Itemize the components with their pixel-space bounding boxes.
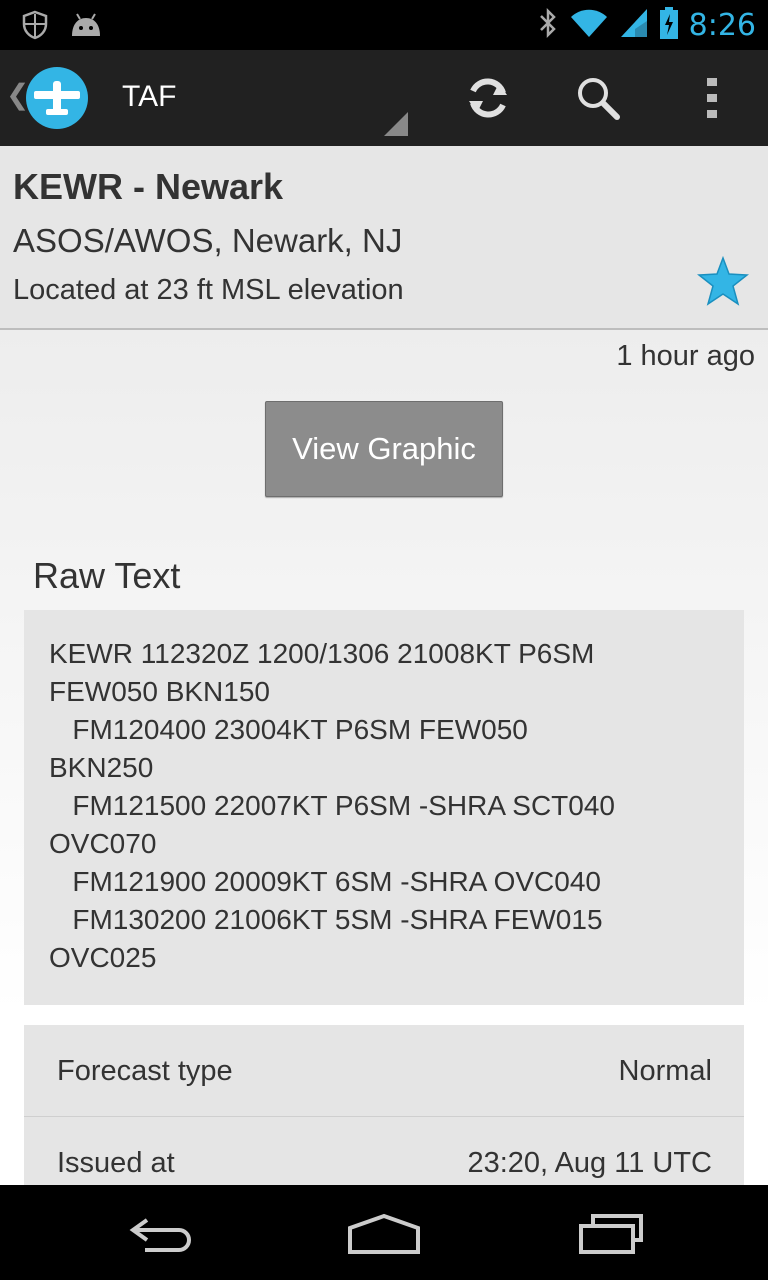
station-name: KEWR - Newark [13,166,284,207]
detail-row-forecast-type: Forecast type Normal [24,1025,744,1115]
detail-value: 23:20, Aug 11 UTC [467,1147,712,1179]
view-graphic-button[interactable]: View Graphic [265,401,503,497]
battery-icon [659,6,679,45]
raw-text-line: FM121900 20009KT 6SM -SHRA OVC040 [49,866,601,897]
raw-text-line: FEW050 BKN150 [49,676,270,707]
android-icon [68,10,104,45]
spinner-indicator-icon[interactable] [384,112,408,136]
refresh-button[interactable] [460,70,516,126]
wifi-icon [569,7,609,44]
detail-value: Normal [618,1055,712,1087]
raw-text-line: BKN250 [49,752,154,783]
back-button[interactable] [120,1209,200,1259]
station-header: KEWR - Newark ASOS/AWOS, Newark, NJ Loca… [0,146,768,330]
raw-text-line: FM121500 22007KT P6SM -SHRA SCT040 [49,790,615,821]
home-button[interactable] [344,1209,424,1259]
home-icon [348,1213,420,1254]
raw-text-line: FM120400 23004KT P6SM FEW050 [49,714,528,745]
app-logo[interactable] [26,67,88,129]
station-elevation: Located at 23 ft MSL elevation [13,274,404,306]
raw-text-box: KEWR 112320Z 1200/1306 21008KT P6SM FEW0… [24,610,744,1005]
search-button[interactable] [570,70,626,126]
report-age: 1 hour ago [616,340,755,372]
action-bar: ❮ TAF [0,50,768,146]
overflow-menu-icon [707,78,717,118]
content-area: 1 hour ago View Graphic Raw Text KEWR 11… [0,330,768,1195]
raw-text-line: KEWR 112320Z 1200/1306 21008KT P6SM [49,638,595,669]
status-time: 8:26 [688,8,756,43]
overflow-menu-button[interactable] [684,70,740,126]
bluetooth-icon [537,7,559,44]
detail-label: Issued at [57,1147,175,1179]
raw-text-heading: Raw Text [33,555,181,596]
shield-icon [22,10,48,45]
raw-text-line: OVC025 [49,942,157,973]
favorite-star-icon[interactable] [697,256,749,306]
raw-text-line: FM130200 21006KT 5SM -SHRA FEW015 [49,904,603,935]
back-icon [129,1218,191,1252]
refresh-icon [469,78,507,118]
airplane-icon [34,81,80,115]
station-type-location: ASOS/AWOS, Newark, NJ [13,222,403,259]
signal-icon [619,7,649,44]
raw-text-line: OVC070 [49,828,157,859]
recent-apps-icon [579,1214,643,1254]
recent-apps-button[interactable] [570,1209,650,1259]
details-table: Forecast type Normal Issued at 23:20, Au… [24,1025,744,1195]
screen-title[interactable]: TAF [122,80,176,114]
search-icon [578,78,620,120]
navigation-bar [0,1185,768,1280]
status-bar: 8:26 [0,0,768,50]
detail-label: Forecast type [57,1055,233,1087]
